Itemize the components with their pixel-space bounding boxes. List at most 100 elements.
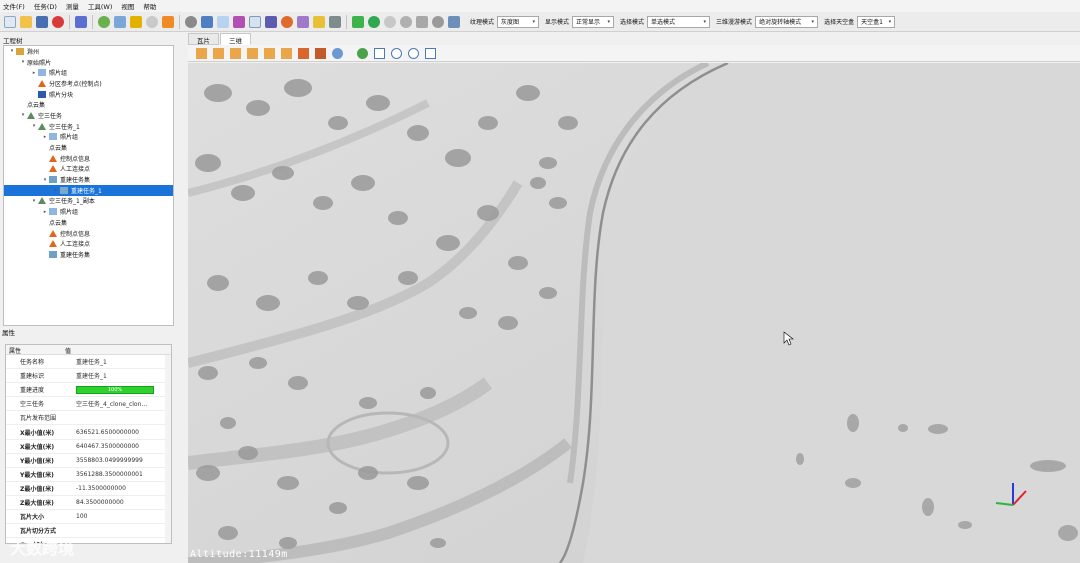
view-orbit-icon[interactable] [332, 47, 343, 59]
property-row[interactable]: 任务名称 重建任务_1 [6, 355, 171, 370]
roam-mode-select[interactable]: 绝对旋转轴模式 ▾ [755, 15, 819, 28]
settings-icon[interactable] [185, 15, 197, 28]
image-icon[interactable] [217, 15, 229, 28]
tree-node[interactable]: ▾ 空三任务_1_副本 [4, 196, 173, 207]
property-row[interactable]: Y最小值(米) 3558803.0499999999 [6, 454, 171, 468]
chevron-down-icon[interactable]: ▾ [30, 198, 38, 204]
tree-node[interactable]: ▸ 重建任务_1 [4, 184, 173, 196]
tree-node[interactable]: 分区参考点(控制点) [4, 78, 173, 89]
property-row[interactable]: Y最大值(米) 3561288.3500000001 [6, 468, 171, 482]
zoom-out-icon[interactable] [408, 47, 419, 59]
camera-icon[interactable] [352, 15, 364, 28]
layers-icon[interactable] [297, 15, 309, 28]
menu-help[interactable]: 帮助 [143, 1, 156, 11]
zoom-extent-icon[interactable] [374, 47, 385, 59]
tree-node[interactable]: ▾ 原始照片 [4, 57, 173, 68]
property-row[interactable]: 空三任务 空三任务_4_clone_clon... [6, 397, 171, 412]
tree-node[interactable]: ▾ 空三任务 [4, 110, 173, 121]
tree-node[interactable]: 人工连接点 [4, 164, 173, 175]
property-row[interactable]: X最小值(米) 636521.6500000000 [6, 425, 171, 440]
properties-scrollbar[interactable] [165, 355, 171, 543]
select-mode-select[interactable]: 单选模式 ▾ [647, 15, 711, 28]
render-icon[interactable] [281, 15, 293, 28]
view-iso-icon[interactable] [298, 47, 309, 59]
eraser-icon[interactable] [162, 15, 174, 28]
menu-file[interactable]: 文件(F) [3, 1, 25, 11]
control-point-icon [49, 229, 57, 237]
measure-point-icon[interactable] [98, 15, 110, 28]
tree-node[interactable]: ▸ 照片组 [4, 67, 173, 78]
open-folder-icon[interactable] [20, 15, 32, 28]
fullscreen-icon[interactable] [448, 15, 460, 28]
measure-volume-icon[interactable] [146, 15, 158, 28]
triangle-icon[interactable] [329, 15, 341, 28]
globe-icon[interactable] [384, 15, 396, 28]
view-right-icon[interactable] [247, 47, 258, 59]
property-row[interactable]: 瓦片发布范围 [6, 411, 171, 426]
tree-node[interactable]: 人工连接点 [4, 238, 173, 249]
new-project-icon[interactable] [4, 15, 16, 28]
tab-3d[interactable]: 三维 [220, 33, 251, 45]
chevron-right-icon[interactable]: ▸ [41, 134, 49, 140]
chevron-right-icon[interactable]: ▸ [52, 187, 60, 193]
chevron-down-icon[interactable]: ▾ [30, 123, 38, 129]
tree-node[interactable]: ▾ 滁州 [4, 46, 173, 57]
compass-icon[interactable] [432, 15, 444, 28]
select-box-icon[interactable] [357, 47, 368, 59]
texture-mode-select[interactable]: 灰度图 ▾ [497, 15, 540, 28]
chevron-down-icon[interactable]: ▾ [19, 59, 27, 65]
grid-icon[interactable] [75, 15, 87, 28]
skybox-select[interactable]: 天空盒1 ▾ [857, 15, 896, 28]
property-row[interactable]: 瓦片大小 100 [6, 510, 171, 525]
menu-measure[interactable]: 测量 [66, 1, 79, 11]
property-row[interactable]: X最大值(米) 640467.3500000000 [6, 440, 171, 454]
chevron-down-icon[interactable]: ▾ [41, 177, 49, 183]
zoom-icon[interactable] [416, 15, 428, 28]
chevron-right-icon[interactable]: ▸ [41, 209, 49, 215]
tree-node[interactable]: 照片分块 [4, 89, 173, 100]
measure-area-icon[interactable] [130, 15, 142, 28]
tree-node[interactable]: 控制点信息 [4, 228, 173, 239]
aerial-triangulation-icon[interactable] [201, 15, 213, 28]
3d-viewport[interactable]: Altitude:11149m [188, 63, 1080, 563]
measure-line-icon[interactable] [114, 15, 126, 28]
transform-icon[interactable] [313, 15, 325, 28]
model-icon[interactable] [265, 15, 277, 28]
property-row[interactable]: 重建标识 重建任务_1 [6, 369, 171, 384]
crop-icon[interactable] [425, 47, 436, 59]
capture-icon[interactable] [368, 15, 380, 28]
property-row[interactable]: Z最小值(米) -11.3500000000 [6, 482, 171, 496]
tree-node[interactable]: 点云集 [4, 142, 173, 153]
property-row[interactable]: 重建进度 100% [6, 383, 171, 398]
tree-node[interactable]: ▾ 空三任务_1 [4, 121, 173, 132]
texture-icon[interactable] [233, 15, 245, 28]
view-top-icon[interactable] [264, 47, 275, 59]
export-icon[interactable] [249, 15, 261, 28]
save-icon[interactable] [36, 15, 48, 28]
chevron-down-icon[interactable]: ▾ [8, 48, 16, 54]
menu-view[interactable]: 视图 [121, 1, 134, 11]
view-front-icon[interactable] [196, 47, 207, 59]
menu-task[interactable]: 任务(D) [34, 1, 57, 11]
chevron-down-icon[interactable]: ▾ [19, 112, 27, 118]
property-row[interactable]: Z最大值(米) 84.3500000000 [6, 496, 171, 511]
chevron-right-icon[interactable]: ▸ [30, 70, 38, 76]
info-icon[interactable] [400, 15, 412, 28]
tree-node[interactable]: ▾ 重建任务集 [4, 174, 173, 185]
tree-node[interactable]: 重建任务集 [4, 249, 173, 260]
tree-node[interactable]: 点云集 [4, 217, 173, 228]
tree-node[interactable]: ▸ 照片组 [4, 132, 173, 143]
tree-node[interactable]: 控制点信息 [4, 153, 173, 164]
tree-node[interactable]: 点云集 [4, 99, 173, 110]
tree-node[interactable]: ▸ 照片组 [4, 206, 173, 217]
zoom-in-icon[interactable] [391, 47, 402, 59]
view-back-icon[interactable] [213, 47, 224, 59]
close-project-icon[interactable] [52, 15, 64, 28]
control-point-icon [38, 79, 46, 87]
view-home-icon[interactable] [315, 47, 326, 59]
menu-tools[interactable]: 工具(W) [88, 1, 113, 11]
tab-tiles[interactable]: 瓦片 [188, 33, 219, 45]
view-left-icon[interactable] [230, 47, 241, 59]
display-mode-select[interactable]: 正常显示 ▾ [572, 15, 615, 28]
view-bottom-icon[interactable] [281, 47, 292, 59]
